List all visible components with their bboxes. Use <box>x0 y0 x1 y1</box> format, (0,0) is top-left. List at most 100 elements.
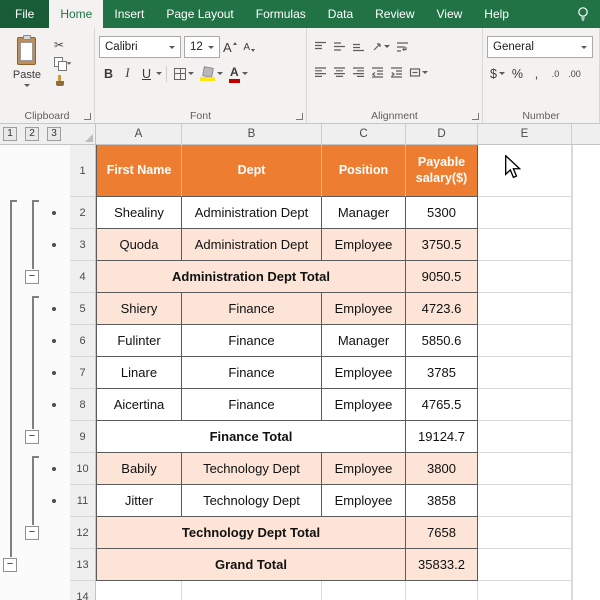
cell-A6[interactable]: Fulinter <box>96 325 182 357</box>
cell-A7[interactable]: Linare <box>96 357 182 389</box>
cell-F5[interactable] <box>572 293 573 325</box>
borders-button[interactable] <box>171 63 197 84</box>
cell-F6[interactable] <box>572 325 573 357</box>
cell-A9-subtotal-label[interactable]: Finance Total <box>96 421 406 453</box>
row-header-13[interactable]: 13 <box>70 549 96 581</box>
cell-C10[interactable]: Employee <box>322 453 406 485</box>
cell-E10[interactable] <box>478 453 572 485</box>
alignment-dialog-launcher[interactable] <box>470 111 480 121</box>
cell-F3[interactable] <box>572 229 573 261</box>
cell-F9[interactable] <box>572 421 573 453</box>
cell-E11[interactable] <box>478 485 572 517</box>
tab-page-layout[interactable]: Page Layout <box>155 0 244 28</box>
cell-E3[interactable] <box>478 229 572 261</box>
cell-B3[interactable]: Administration Dept <box>182 229 322 261</box>
italic-button[interactable]: I <box>118 63 137 84</box>
cell-B5[interactable]: Finance <box>182 293 322 325</box>
row-header-7[interactable]: 7 <box>70 357 96 389</box>
font-dialog-launcher[interactable] <box>294 111 304 121</box>
column-header-partial[interactable] <box>572 124 600 145</box>
clipboard-dialog-launcher[interactable] <box>82 111 92 121</box>
cell-F13[interactable] <box>572 549 573 581</box>
accounting-format-button[interactable]: $ <box>487 63 508 84</box>
cell-F10[interactable] <box>572 453 573 485</box>
outline-level-button-2[interactable]: 2 <box>25 127 39 141</box>
paste-button[interactable]: Paste <box>4 31 50 107</box>
decrease-font-size-button[interactable]: A <box>240 37 259 58</box>
row-header-4[interactable]: 4 <box>70 261 96 293</box>
collapse-button-row-13[interactable]: − <box>3 558 17 572</box>
cell-D10[interactable]: 3800 <box>406 453 478 485</box>
decrease-indent-button[interactable] <box>368 62 387 83</box>
cell-E14[interactable] <box>478 581 572 600</box>
wrap-text-button[interactable] <box>393 36 412 57</box>
cell-E8[interactable] <box>478 389 572 421</box>
tab-review[interactable]: Review <box>364 0 425 28</box>
cell-A8[interactable]: Aicertina <box>96 389 182 421</box>
row-header-6[interactable]: 6 <box>70 325 96 357</box>
cell-F8[interactable] <box>572 389 573 421</box>
decrease-decimal-button[interactable]: .00 <box>565 63 584 84</box>
cell-B1[interactable]: Dept <box>182 145 322 197</box>
cell-F12[interactable] <box>572 517 573 549</box>
cut-button[interactable]: ✂ <box>54 36 72 54</box>
cell-A10[interactable]: Babily <box>96 453 182 485</box>
tab-home[interactable]: Home <box>49 0 103 28</box>
row-header-9[interactable]: 9 <box>70 421 96 453</box>
row-header-1[interactable]: 1 <box>70 145 96 197</box>
copy-button[interactable] <box>54 54 72 72</box>
cell-D1[interactable]: Payable salary($) <box>406 145 478 197</box>
row-header-5[interactable]: 5 <box>70 293 96 325</box>
column-header-E[interactable]: E <box>478 124 572 145</box>
cell-F2[interactable] <box>572 197 573 229</box>
align-center-button[interactable] <box>330 62 349 83</box>
cell-C2[interactable]: Manager <box>322 197 406 229</box>
cell-B10[interactable]: Technology Dept <box>182 453 322 485</box>
collapse-button-row-12[interactable]: − <box>25 526 39 540</box>
format-painter-button[interactable] <box>54 72 72 90</box>
row-header-8[interactable]: 8 <box>70 389 96 421</box>
cell-C5[interactable]: Employee <box>322 293 406 325</box>
cell-F7[interactable] <box>572 357 573 389</box>
cell-E9[interactable] <box>478 421 572 453</box>
fill-color-button[interactable] <box>197 63 226 84</box>
cell-A5[interactable]: Shiery <box>96 293 182 325</box>
cell-B14[interactable] <box>182 581 322 600</box>
cell-B6[interactable]: Finance <box>182 325 322 357</box>
tab-file[interactable]: File <box>0 0 49 28</box>
cell-D3[interactable]: 3750.5 <box>406 229 478 261</box>
cell-B8[interactable]: Finance <box>182 389 322 421</box>
column-header-A[interactable]: A <box>96 124 182 145</box>
tab-formulas[interactable]: Formulas <box>245 0 317 28</box>
cell-A11[interactable]: Jitter <box>96 485 182 517</box>
font-size-select[interactable]: 12 <box>184 36 220 58</box>
cell-C8[interactable]: Employee <box>322 389 406 421</box>
cell-C6[interactable]: Manager <box>322 325 406 357</box>
cell-B7[interactable]: Finance <box>182 357 322 389</box>
cell-D8[interactable]: 4765.5 <box>406 389 478 421</box>
increase-decimal-button[interactable]: .0 <box>546 63 565 84</box>
outline-level-button-1[interactable]: 1 <box>3 127 17 141</box>
cell-D2[interactable]: 5300 <box>406 197 478 229</box>
column-header-B[interactable]: B <box>182 124 322 145</box>
cell-C11[interactable]: Employee <box>322 485 406 517</box>
outline-level-button-3[interactable]: 3 <box>47 127 61 141</box>
increase-indent-button[interactable] <box>387 62 406 83</box>
cell-A14[interactable] <box>96 581 182 600</box>
collapse-button-row-4[interactable]: − <box>25 270 39 284</box>
column-header-C[interactable]: C <box>322 124 406 145</box>
cell-B11[interactable]: Technology Dept <box>182 485 322 517</box>
cell-E2[interactable] <box>478 197 572 229</box>
cell-E13[interactable] <box>478 549 572 581</box>
cell-E7[interactable] <box>478 357 572 389</box>
row-header-10[interactable]: 10 <box>70 453 96 485</box>
cell-B2[interactable]: Administration Dept <box>182 197 322 229</box>
column-header-D[interactable]: D <box>406 124 478 145</box>
cell-E1[interactable] <box>478 145 572 197</box>
row-header-2[interactable]: 2 <box>70 197 96 229</box>
cell-F1[interactable] <box>572 145 573 197</box>
cell-A13-subtotal-label[interactable]: Grand Total <box>96 549 406 581</box>
row-header-14[interactable]: 14 <box>70 581 96 600</box>
cell-F4[interactable] <box>572 261 573 293</box>
cell-F14[interactable] <box>572 581 573 600</box>
